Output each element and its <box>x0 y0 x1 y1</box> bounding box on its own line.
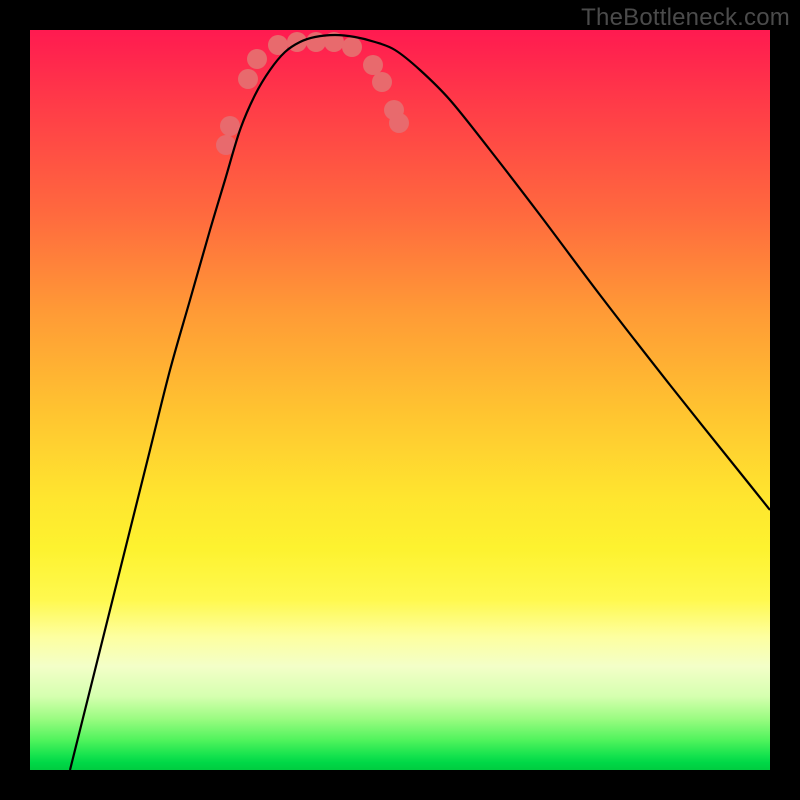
chart-svg <box>30 30 770 770</box>
markers-group <box>216 32 409 155</box>
marker-dot <box>363 55 383 75</box>
marker-dot <box>342 37 362 57</box>
marker-dot <box>247 49 267 69</box>
marker-dot <box>389 113 409 133</box>
marker-dot <box>372 72 392 92</box>
marker-dot <box>220 116 240 136</box>
marker-dot <box>238 69 258 89</box>
chart-frame: TheBottleneck.com <box>0 0 800 800</box>
plot-area <box>30 30 770 770</box>
bottleneck-curve <box>70 35 770 770</box>
watermark-text: TheBottleneck.com <box>581 4 790 32</box>
